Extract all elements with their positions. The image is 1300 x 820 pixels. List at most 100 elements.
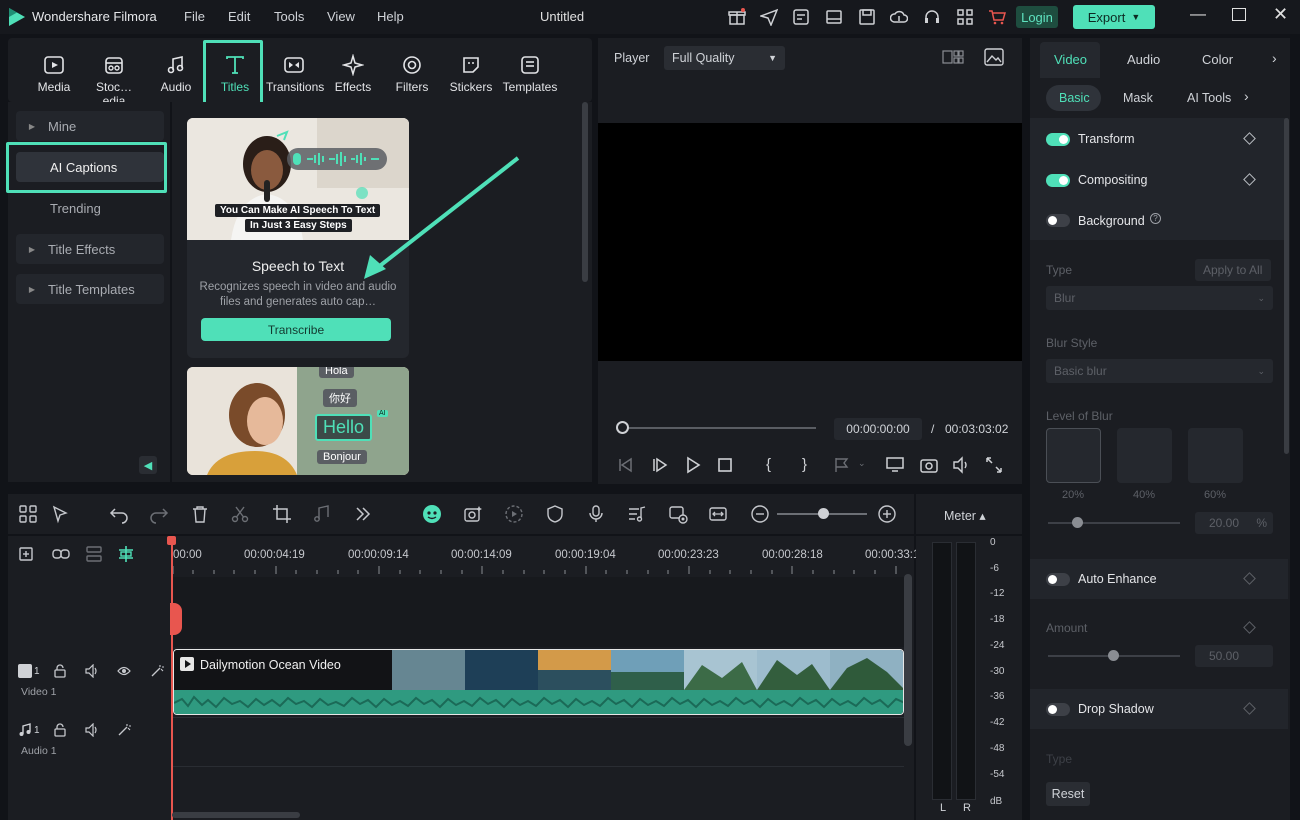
- mark-out-icon[interactable]: }: [802, 456, 820, 474]
- menu-edit[interactable]: Edit: [228, 9, 250, 24]
- tab-templates[interactable]: Templates: [502, 48, 558, 94]
- layout-icon[interactable]: [825, 8, 843, 26]
- send-icon[interactable]: [758, 8, 779, 27]
- content-scrollbar[interactable]: [582, 102, 588, 282]
- image-snapshot-icon[interactable]: [984, 48, 1004, 66]
- playhead[interactable]: [171, 536, 173, 820]
- lock-icon[interactable]: [53, 664, 67, 678]
- crop-icon[interactable]: [272, 504, 292, 524]
- magic-wand-icon[interactable]: [150, 664, 164, 678]
- current-time[interactable]: 00:00:00:00: [834, 418, 922, 440]
- audio-edit-icon[interactable]: [312, 504, 332, 524]
- menu-tools[interactable]: Tools: [274, 9, 304, 24]
- transcribe-button[interactable]: Transcribe: [201, 318, 391, 341]
- layout-grid-icon[interactable]: [18, 504, 38, 524]
- playhead-handle[interactable]: [167, 536, 176, 545]
- shield-icon[interactable]: [545, 504, 565, 524]
- amount-value-input[interactable]: 50.00: [1195, 645, 1273, 667]
- mute-icon[interactable]: [85, 722, 99, 738]
- ai-effects-icon[interactable]: [463, 504, 483, 524]
- save-icon[interactable]: [858, 8, 876, 26]
- transform-toggle[interactable]: [1046, 133, 1070, 146]
- chevron-right-icon[interactable]: ›: [1244, 88, 1249, 104]
- snap-magnet-icon[interactable]: [116, 544, 136, 564]
- ai-assistant-icon[interactable]: [422, 504, 442, 524]
- menu-view[interactable]: View: [327, 9, 355, 24]
- grid-view-icon[interactable]: [942, 50, 964, 64]
- video-clip[interactable]: Dailymotion Ocean Video: [173, 649, 904, 715]
- headset-icon[interactable]: [923, 8, 941, 26]
- fit-width-icon[interactable]: [708, 504, 728, 524]
- marker-icon[interactable]: [833, 456, 851, 474]
- tab-transitions[interactable]: Transitions: [266, 48, 324, 94]
- timeline-horizontal-scrollbar[interactable]: [172, 812, 300, 818]
- chevron-right-icon[interactable]: ›: [1272, 50, 1277, 66]
- chevron-down-icon[interactable]: ⌄: [858, 458, 866, 469]
- tab-filters[interactable]: Filters: [384, 48, 440, 94]
- empty-track-lane[interactable]: [172, 577, 904, 647]
- tab-video[interactable]: Video: [1054, 52, 1087, 67]
- tab-media[interactable]: Media: [26, 48, 82, 94]
- audio-mix-icon[interactable]: [627, 504, 647, 524]
- zoom-out-icon[interactable]: [750, 504, 770, 524]
- tab-effects[interactable]: Effects: [325, 48, 381, 94]
- eye-icon[interactable]: [117, 665, 131, 677]
- blur-slider-knob[interactable]: [1072, 517, 1083, 528]
- maximize-icon[interactable]: [1232, 8, 1246, 21]
- type-select[interactable]: Blur ⌄: [1046, 286, 1273, 310]
- blur-slider-track[interactable]: [1048, 522, 1180, 524]
- export-button[interactable]: Export ▼: [1073, 5, 1155, 29]
- camera-snapshot-icon[interactable]: [920, 456, 938, 474]
- help-icon[interactable]: ?: [1150, 213, 1161, 224]
- lock-icon[interactable]: [53, 723, 67, 737]
- properties-scrollbar[interactable]: [1284, 118, 1289, 454]
- minimize-icon[interactable]: —: [1190, 6, 1206, 24]
- translation-card[interactable]: Hola 你好 Hello AI Bonjour: [187, 367, 409, 475]
- prev-frame-icon[interactable]: [617, 456, 635, 474]
- volume-icon[interactable]: [952, 456, 970, 474]
- close-icon[interactable]: ✕: [1273, 4, 1288, 25]
- redo-icon[interactable]: [149, 504, 169, 524]
- tab-audio-props[interactable]: Audio: [1127, 52, 1160, 67]
- select-tool-icon[interactable]: [51, 504, 71, 524]
- fullscreen-icon[interactable]: [985, 456, 1003, 474]
- quality-select[interactable]: Full Quality ▼: [664, 46, 785, 70]
- subtab-ai-tools[interactable]: AI Tools: [1187, 91, 1231, 105]
- blur-value-input[interactable]: 20.00%: [1195, 512, 1273, 534]
- tab-audio[interactable]: Audio: [148, 48, 204, 94]
- meter-header[interactable]: Meter ▴: [916, 494, 1022, 534]
- menu-file[interactable]: File: [184, 9, 205, 24]
- blur-level-20[interactable]: [1046, 428, 1101, 483]
- mute-icon[interactable]: [85, 663, 99, 679]
- apps-grid-icon[interactable]: [956, 8, 974, 26]
- blur-level-60[interactable]: [1188, 428, 1243, 483]
- auto-enhance-toggle[interactable]: [1046, 573, 1070, 586]
- undo-icon[interactable]: [109, 504, 129, 524]
- scissors-icon[interactable]: [230, 504, 250, 524]
- sidebar-item-title-templates[interactable]: ▶ Title Templates: [16, 274, 164, 304]
- playhead-marker[interactable]: [170, 603, 182, 635]
- sidebar-item-title-effects[interactable]: ▶ Title Effects: [16, 234, 164, 264]
- display-icon[interactable]: [886, 456, 904, 474]
- more-tools-icon[interactable]: [353, 504, 373, 524]
- amount-slider-knob[interactable]: [1108, 650, 1119, 661]
- sidebar-item-trending[interactable]: Trending: [16, 193, 164, 223]
- sidebar-item-mine[interactable]: ▶ Mine: [16, 111, 164, 141]
- blur-style-select[interactable]: Basic blur ⌄: [1046, 359, 1273, 383]
- timeline-vertical-scrollbar[interactable]: [904, 574, 912, 746]
- video-preview[interactable]: [598, 123, 1022, 361]
- play-icon[interactable]: [684, 456, 702, 474]
- template-icon[interactable]: [792, 8, 810, 26]
- stabilize-icon[interactable]: [504, 504, 524, 524]
- link-icon[interactable]: [51, 544, 71, 564]
- menu-help[interactable]: Help: [377, 9, 404, 24]
- cart-icon[interactable]: [988, 8, 1006, 26]
- screen-record-icon[interactable]: [668, 504, 688, 524]
- apply-to-all-button[interactable]: Apply to All: [1195, 259, 1271, 281]
- blur-level-40[interactable]: [1117, 428, 1172, 483]
- playback-progress-knob[interactable]: [616, 421, 629, 434]
- login-button[interactable]: Login: [1016, 6, 1058, 28]
- delete-icon[interactable]: [190, 504, 210, 524]
- tab-stickers[interactable]: Stickers: [443, 48, 499, 94]
- cloud-upload-icon[interactable]: [889, 8, 909, 26]
